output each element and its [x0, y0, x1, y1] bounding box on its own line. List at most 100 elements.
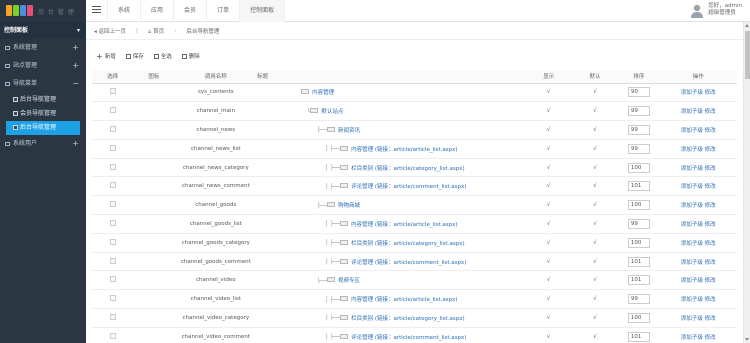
scroll-up-icon[interactable]	[745, 24, 749, 27]
row-checkbox[interactable]	[92, 139, 134, 159]
row-checkbox[interactable]	[92, 83, 134, 103]
delete-button[interactable]: 删除	[181, 52, 200, 60]
sort-input[interactable]: 100	[627, 162, 650, 173]
row-actions[interactable]: 添加子级 修改	[659, 233, 737, 253]
save-button[interactable]: 保存	[125, 52, 144, 60]
row-checkbox[interactable]	[92, 289, 134, 310]
row-actions[interactable]: 添加子级 修改	[659, 327, 737, 343]
scroll-down-icon[interactable]	[745, 338, 749, 341]
sort-input[interactable]: 99	[627, 218, 650, 229]
sort-input[interactable]: 100	[627, 237, 650, 248]
chevron-down-icon[interactable]: ▾	[77, 22, 80, 39]
row-checkbox[interactable]	[92, 308, 134, 328]
row-actions[interactable]: 添加子级 修改	[659, 214, 737, 234]
row-title-text[interactable]: 内容管理 (链接：article/article_list.aspx)	[351, 222, 457, 228]
row-checkbox[interactable]	[92, 252, 134, 272]
add-button[interactable]: + 新增	[96, 52, 116, 60]
sort-input[interactable]: 90	[627, 87, 650, 98]
row-actions[interactable]: 添加子级 修改	[659, 139, 737, 159]
row-actions[interactable]: 添加子级 修改	[659, 176, 737, 197]
plus-icon: +	[96, 51, 103, 61]
table-row: channel_news_comment │ ├── 评论管理 (链接：artic…	[92, 176, 737, 197]
row-icon-cell	[133, 139, 175, 159]
row-title-text[interactable]: 评论管理 (链接：article/comment_list.aspx)	[351, 260, 466, 266]
row-actions[interactable]: 添加子级 修改	[659, 195, 737, 216]
tab-apps[interactable]: 应用	[140, 0, 173, 22]
row-actions[interactable]: 添加子级 修改	[659, 308, 737, 328]
expand-icon[interactable]: +	[72, 57, 79, 75]
row-title-text[interactable]: 内容管理	[312, 90, 334, 96]
row-title-text[interactable]: 视频专区	[338, 278, 360, 284]
row-title-text[interactable]: 默认站点	[321, 109, 343, 115]
row-actions[interactable]: 添加子级 修改	[659, 120, 737, 140]
select-all-button[interactable]: 全选	[153, 52, 172, 60]
row-checkbox[interactable]	[92, 270, 134, 291]
scrollbar[interactable]	[743, 22, 750, 343]
row-actions[interactable]: 添加子级 修改	[659, 289, 737, 310]
row-title-text[interactable]: 栏目类别 (链接：article/category_list.aspx)	[351, 316, 465, 322]
row-checkbox[interactable]	[92, 158, 134, 178]
sidebar-subitem-admin-nav[interactable]: 后台导航管理	[0, 93, 86, 107]
row-title-text[interactable]: 评论管理 (链接：article/comment_list.aspx)	[351, 335, 466, 341]
collapse-icon[interactable]: −	[72, 75, 79, 93]
sort-input[interactable]: 99	[627, 124, 650, 135]
row-title: └ 默认站点	[257, 101, 526, 122]
sidebar-item-system[interactable]: 系统管理 +	[0, 39, 86, 57]
row-checkbox[interactable]	[92, 176, 134, 197]
row-checkbox[interactable]	[92, 233, 134, 253]
sort-input[interactable]: 99	[627, 143, 650, 154]
main-content: ◂ 返回上一页 | ⌂ 首页 › 后台导航管理 + 新增 保存 全选 删除 选择 …	[86, 22, 743, 343]
folder-icon	[5, 46, 10, 50]
sort-input[interactable]: 101	[627, 275, 650, 286]
expand-icon[interactable]: +	[72, 39, 79, 57]
sort-input[interactable]: 101	[627, 181, 650, 192]
logo[interactable]: 后 台 管 理	[0, 0, 86, 22]
row-title-text[interactable]: 栏目类别 (链接：article/category_list.aspx)	[351, 241, 465, 247]
row-sort: 99	[618, 214, 660, 234]
row-checkbox[interactable]	[92, 214, 134, 234]
sort-input[interactable]: 101	[627, 256, 650, 267]
sidebar-item-users[interactable]: 系统用户 +	[0, 135, 86, 153]
row-checkbox[interactable]	[92, 327, 134, 343]
row-title-text[interactable]: 购物商城	[338, 203, 360, 209]
row-default: √	[571, 252, 619, 272]
user-info[interactable]: 您好，admin 超级管理员	[691, 3, 742, 18]
row-checkbox[interactable]	[92, 120, 134, 140]
row-actions[interactable]: 添加子级 修改	[659, 158, 737, 178]
tab-members[interactable]: 会员	[173, 0, 206, 22]
row-actions[interactable]: 添加子级 修改	[659, 252, 737, 272]
folder-icon	[5, 82, 10, 86]
sort-input[interactable]: 99	[627, 106, 650, 117]
sidebar-subitem-active[interactable]: 后台导航管理	[6, 121, 80, 135]
row-title-text[interactable]: 栏目类别 (链接：article/category_list.aspx)	[351, 166, 465, 172]
scroll-thumb[interactable]	[745, 31, 750, 79]
sort-input[interactable]: 100	[627, 312, 650, 323]
sidebar-item-nav[interactable]: 导航菜单 −	[0, 75, 86, 93]
row-title-text[interactable]: 新闻资讯	[338, 128, 360, 134]
row-checkbox[interactable]	[92, 101, 134, 122]
row-title-text[interactable]: 内容管理 (链接：article/article_list.aspx)	[351, 147, 457, 153]
row-checkbox[interactable]	[92, 195, 134, 216]
expand-icon[interactable]: +	[72, 135, 79, 153]
col-icon: 图标	[133, 70, 175, 84]
row-title-text[interactable]: 内容管理 (链接：article/article_list.aspx)	[351, 297, 457, 303]
tab-control-panel[interactable]: 控制面板	[239, 0, 286, 22]
row-default: √	[571, 139, 619, 159]
row-icon-cell	[133, 233, 175, 253]
tab-orders[interactable]: 订单	[206, 0, 239, 22]
sidebar-subitem-member-nav[interactable]: 会员导航管理	[0, 107, 86, 121]
sort-input[interactable]: 99	[627, 294, 650, 305]
menu-toggle-icon[interactable]	[92, 6, 101, 15]
row-title-text[interactable]: 评论管理 (链接：article/comment_list.aspx)	[351, 184, 466, 190]
sidebar-item-site[interactable]: 站点管理 +	[0, 57, 86, 75]
home-link[interactable]: ⌂ 首页	[148, 27, 164, 35]
back-link[interactable]: ◂ 返回上一页	[94, 27, 126, 35]
row-actions[interactable]: 添加子级 修改	[659, 83, 737, 103]
row-actions[interactable]: 添加子级 修改	[659, 101, 737, 122]
row-actions[interactable]: 添加子级 修改	[659, 270, 737, 291]
sort-input[interactable]: 100	[627, 200, 650, 211]
sort-input[interactable]: 101	[627, 331, 650, 342]
chevron-right-icon: ›	[174, 27, 177, 34]
tab-system[interactable]: 系统	[107, 0, 140, 22]
tree-line: │ ├──	[325, 165, 341, 172]
